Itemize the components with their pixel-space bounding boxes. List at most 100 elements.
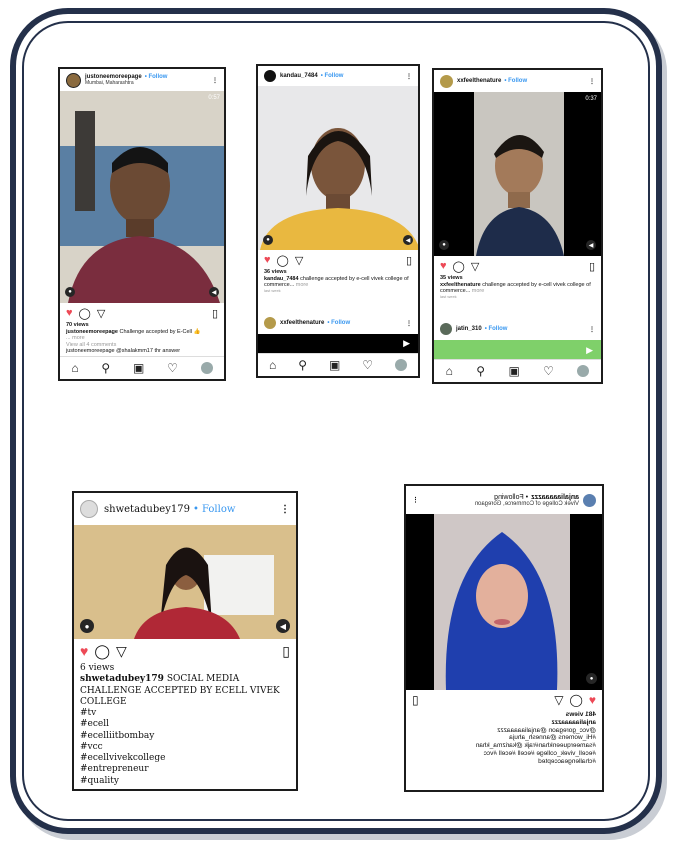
post-header: anjaliaaaaazzz • Following Vivek College… — [406, 486, 602, 514]
share-icon[interactable]: ▽ — [471, 260, 479, 273]
more-options-icon[interactable]: ⋮ — [412, 496, 419, 504]
user-tag-icon[interactable]: ● — [65, 287, 75, 297]
follow-link[interactable]: • Follow — [193, 504, 235, 515]
bookmark-icon[interactable]: ▯ — [412, 693, 419, 707]
post-username[interactable]: anjaliaaaaazzz — [531, 494, 579, 501]
video-media[interactable]: ● ◀ — [258, 86, 418, 250]
avatar[interactable] — [440, 323, 452, 335]
avatar[interactable] — [440, 74, 453, 88]
caption-username[interactable]: kandau_7484 — [264, 276, 299, 282]
user-tag-icon[interactable]: ● — [263, 235, 273, 245]
location-label[interactable]: Mumbai, Maharashtra — [85, 80, 167, 86]
home-icon[interactable]: ⌂ — [269, 358, 276, 372]
home-icon[interactable]: ⌂ — [446, 364, 453, 378]
share-icon[interactable]: ▽ — [295, 254, 303, 267]
bookmark-icon[interactable]: ▯ — [406, 254, 412, 267]
avatar[interactable] — [583, 493, 596, 507]
video-media[interactable]: 0:57 ● ◀ — [60, 91, 224, 303]
more-options-icon[interactable]: ⋮ — [589, 78, 595, 85]
more-options-icon[interactable]: ⋮ — [280, 504, 290, 515]
video-media[interactable]: 0:37 ● ◀ — [434, 92, 601, 256]
next-post-username[interactable]: jatin_310 — [456, 326, 482, 332]
comment-icon[interactable]: ◯ — [453, 260, 465, 273]
more-options-icon[interactable]: ⋮ — [589, 326, 595, 333]
more-options-icon[interactable]: ⋮ — [212, 77, 218, 84]
search-icon[interactable]: ⚲ — [476, 364, 485, 378]
instagram-post-5-mirrored: anjaliaaaaazzz • Following Vivek College… — [404, 484, 604, 792]
search-icon[interactable]: ⚲ — [101, 361, 110, 375]
caption-username[interactable]: anjaliaaaaazzz — [412, 719, 596, 727]
mute-icon[interactable]: ◀ — [403, 235, 413, 245]
follow-link[interactable]: • Following — [494, 494, 528, 501]
post-username[interactable]: shwetadubey179 — [104, 504, 190, 515]
mute-icon[interactable]: ◀ — [209, 287, 219, 297]
avatar[interactable] — [264, 70, 276, 82]
caption-username[interactable]: justoneemoreepage — [66, 329, 118, 335]
views-count: 35 views — [440, 275, 463, 281]
profile-avatar[interactable] — [577, 365, 590, 377]
user-tag-icon[interactable]: ● — [80, 619, 94, 633]
play-icon[interactable]: ▶ — [586, 345, 593, 356]
search-icon[interactable]: ⚲ — [298, 358, 307, 372]
mute-icon[interactable]: ◀ — [276, 619, 290, 633]
follow-link[interactable]: • Follow — [504, 78, 527, 84]
heart-icon[interactable]: ♥ — [264, 254, 271, 266]
view-comments-link[interactable]: View all 4 comments — [66, 342, 218, 349]
caption-more-link[interactable]: ... more — [66, 335, 218, 342]
caption-username[interactable]: shwetadubey179 — [80, 674, 164, 684]
caption-line: #sameerqueenkhan#rajk @karizma_khan — [475, 742, 596, 750]
caption-more-link[interactable]: more — [472, 288, 485, 294]
more-options-icon[interactable]: ⋮ — [406, 320, 412, 327]
follow-link[interactable]: • Follow — [321, 73, 344, 79]
heart-icon[interactable]: ♥ — [66, 307, 73, 319]
follow-link[interactable]: • Follow — [327, 320, 350, 326]
more-options-icon[interactable]: ⋮ — [406, 73, 412, 80]
comment-icon[interactable]: ◯ — [277, 254, 289, 267]
comment-icon[interactable]: ◯ — [94, 643, 110, 660]
avatar[interactable] — [80, 500, 98, 518]
avatar[interactable] — [264, 317, 276, 329]
follow-link[interactable]: • Follow — [485, 326, 508, 332]
heart-icon[interactable]: ♥ — [80, 643, 88, 659]
hashtag[interactable]: #entrepreneur — [80, 764, 290, 775]
hashtag[interactable]: #tv — [80, 708, 290, 719]
bookmark-icon[interactable]: ▯ — [212, 307, 218, 320]
post-username[interactable]: kandau_7484 — [280, 73, 318, 79]
hashtag[interactable]: #ecell — [80, 719, 290, 730]
next-post-username[interactable]: xxfeelthenature — [280, 320, 324, 326]
user-tag-icon[interactable]: ● — [586, 673, 597, 684]
heart-icon[interactable]: ♥ — [440, 260, 447, 272]
user-tag-icon[interactable]: ● — [439, 240, 449, 250]
share-icon[interactable]: ▽ — [554, 693, 563, 707]
video-media[interactable]: ● — [406, 514, 602, 690]
heart-icon[interactable]: ♥ — [589, 693, 596, 707]
bookmark-icon[interactable]: ▯ — [282, 643, 290, 660]
location-label[interactable]: Vivek College of Commerce, Goregaon — [475, 501, 579, 507]
hashtag[interactable]: #ecellvivekcollege — [80, 753, 290, 764]
reels-icon[interactable]: ▣ — [508, 364, 519, 378]
hashtag[interactable]: #ecelliitbombay — [80, 731, 290, 742]
hashtag[interactable]: #vcc — [80, 742, 290, 753]
caption-more-link[interactable]: more — [296, 282, 309, 288]
mute-icon[interactable]: ◀ — [586, 240, 596, 250]
caption-username[interactable]: xxfeelthenature — [440, 282, 481, 288]
activity-heart-icon[interactable]: ♡ — [167, 361, 178, 375]
hashtag[interactable]: #quality — [80, 776, 290, 787]
bookmark-icon[interactable]: ▯ — [589, 260, 595, 273]
reels-icon[interactable]: ▣ — [329, 358, 340, 372]
comment-icon[interactable]: ◯ — [79, 307, 91, 320]
profile-avatar[interactable] — [200, 362, 213, 374]
activity-heart-icon[interactable]: ♡ — [543, 364, 554, 378]
post-username[interactable]: xxfeelthenature — [457, 78, 501, 84]
activity-heart-icon[interactable]: ♡ — [362, 358, 373, 372]
share-icon[interactable]: ▽ — [97, 307, 105, 320]
next-post-media[interactable]: ▶ — [258, 334, 418, 354]
video-media[interactable]: ● ◀ — [74, 525, 296, 639]
avatar[interactable] — [66, 72, 81, 88]
profile-avatar[interactable] — [395, 359, 408, 371]
share-icon[interactable]: ▽ — [116, 643, 127, 660]
reels-icon[interactable]: ▣ — [133, 361, 144, 375]
play-icon[interactable]: ▶ — [403, 338, 410, 349]
home-icon[interactable]: ⌂ — [71, 361, 78, 375]
comment-icon[interactable]: ◯ — [569, 693, 582, 707]
